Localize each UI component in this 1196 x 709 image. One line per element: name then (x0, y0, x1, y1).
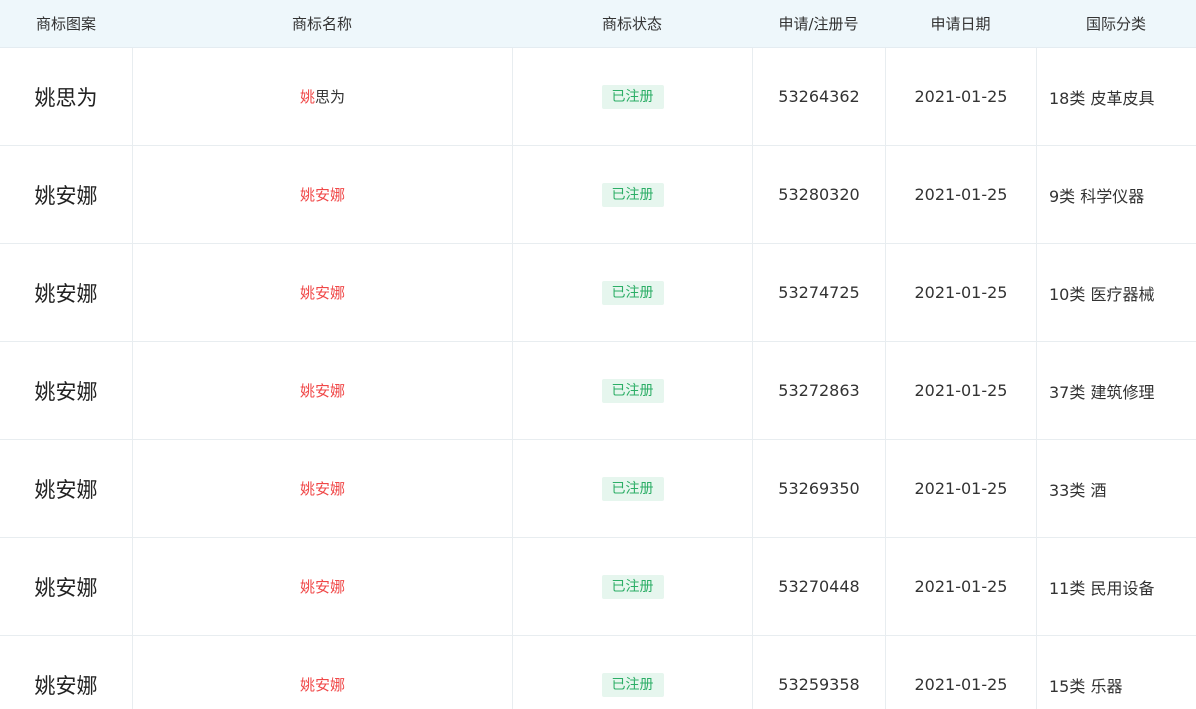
international-class: 18类 皮革皮具 (1036, 48, 1196, 145)
trademark-name[interactable]: 姚安娜 (132, 146, 512, 243)
trademark-name[interactable]: 姚安娜 (132, 342, 512, 439)
trademark-name-text[interactable]: 姚安娜 (300, 282, 345, 303)
trademark-name-text[interactable]: 姚安娜 (300, 478, 345, 499)
table-row[interactable]: 姚思为 姚思为 已注册 53264362 2021-01-25 18类 皮革皮具 (0, 48, 1196, 146)
trademark-status: 已注册 (512, 538, 752, 635)
status-badge: 已注册 (601, 84, 664, 109)
application-date: 2021-01-25 (885, 538, 1036, 635)
application-date: 2021-01-25 (885, 440, 1036, 537)
trademark-logo-text: 姚思为 (34, 85, 98, 110)
name-rest: 思为 (315, 88, 346, 106)
column-header-logo: 商标图案 (35, 15, 96, 33)
trademark-name[interactable]: 姚安娜 (132, 538, 512, 635)
name-highlight: 姚安娜 (299, 186, 345, 204)
trademark-logo-text: 姚安娜 (34, 183, 98, 208)
trademark-status: 已注册 (512, 48, 752, 145)
name-highlight: 姚安娜 (299, 480, 345, 498)
trademark-logo-text: 姚安娜 (34, 477, 98, 502)
status-badge: 已注册 (601, 280, 664, 305)
table-row[interactable]: 姚安娜 姚安娜 已注册 53270448 2021-01-25 11类 民用设备 (0, 538, 1196, 636)
international-class: 33类 酒 (1036, 440, 1196, 537)
column-header-name: 商标名称 (291, 15, 352, 33)
table-row[interactable]: 姚安娜 姚安娜 已注册 53274725 2021-01-25 10类 医疗器械 (0, 244, 1196, 342)
international-class: 15类 乐器 (1036, 636, 1196, 709)
status-badge: 已注册 (601, 574, 664, 599)
trademark-status: 已注册 (512, 636, 752, 709)
registration-number: 53272863 (752, 342, 885, 439)
trademark-status: 已注册 (512, 244, 752, 341)
trademark-logo[interactable]: 姚思为 (0, 48, 132, 145)
status-badge: 已注册 (601, 476, 664, 501)
registration-number: 53274725 (752, 244, 885, 341)
table-row[interactable]: 姚安娜 姚安娜 已注册 53272863 2021-01-25 37类 建筑修理 (0, 342, 1196, 440)
trademark-status: 已注册 (512, 146, 752, 243)
application-date: 2021-01-25 (885, 146, 1036, 243)
trademark-name-text[interactable]: 姚安娜 (300, 576, 345, 597)
column-header-status: 商标状态 (601, 15, 662, 33)
status-badge: 已注册 (601, 182, 664, 207)
trademark-logo-text: 姚安娜 (34, 281, 98, 306)
name-highlight: 姚安娜 (299, 382, 345, 400)
trademark-name-text[interactable]: 姚思为 (300, 86, 345, 107)
trademark-logo[interactable]: 姚安娜 (0, 342, 132, 439)
trademark-name[interactable]: 姚思为 (132, 48, 512, 145)
registration-number: 53270448 (752, 538, 885, 635)
trademark-name-text[interactable]: 姚安娜 (300, 380, 345, 401)
application-date: 2021-01-25 (885, 48, 1036, 145)
trademark-name[interactable]: 姚安娜 (132, 244, 512, 341)
trademark-logo[interactable]: 姚安娜 (0, 440, 132, 537)
column-header-date: 申请日期 (930, 15, 991, 33)
trademark-table: 商标图案 商标名称 商标状态 申请/注册号 申请日期 国际分类 姚思为 姚思为 … (0, 0, 1196, 709)
trademark-name-text[interactable]: 姚安娜 (300, 184, 345, 205)
registration-number: 53280320 (752, 146, 885, 243)
trademark-logo[interactable]: 姚安娜 (0, 636, 132, 709)
name-highlight: 姚安娜 (299, 578, 345, 596)
table-row[interactable]: 姚安娜 姚安娜 已注册 53269350 2021-01-25 33类 酒 (0, 440, 1196, 538)
registration-number: 53264362 (752, 48, 885, 145)
international-class: 9类 科学仪器 (1036, 146, 1196, 243)
application-date: 2021-01-25 (885, 244, 1036, 341)
application-date: 2021-01-25 (885, 342, 1036, 439)
column-header-reg-no: 申请/注册号 (778, 15, 859, 33)
status-badge: 已注册 (601, 378, 664, 403)
trademark-status: 已注册 (512, 440, 752, 537)
application-date: 2021-01-25 (885, 636, 1036, 709)
trademark-logo-text: 姚安娜 (34, 575, 98, 600)
table-header: 商标图案 商标名称 商标状态 申请/注册号 申请日期 国际分类 (0, 0, 1196, 48)
table-row[interactable]: 姚安娜 姚安娜 已注册 53280320 2021-01-25 9类 科学仪器 (0, 146, 1196, 244)
international-class: 10类 医疗器械 (1036, 244, 1196, 341)
name-highlight: 姚安娜 (299, 676, 345, 694)
trademark-name[interactable]: 姚安娜 (132, 440, 512, 537)
trademark-logo-text: 姚安娜 (34, 379, 98, 404)
trademark-name[interactable]: 姚安娜 (132, 636, 512, 709)
trademark-name-text[interactable]: 姚安娜 (300, 674, 345, 695)
trademark-status: 已注册 (512, 342, 752, 439)
trademark-logo[interactable]: 姚安娜 (0, 244, 132, 341)
trademark-logo[interactable]: 姚安娜 (0, 538, 132, 635)
status-badge: 已注册 (601, 672, 664, 697)
column-header-class: 国际分类 (1085, 15, 1146, 33)
name-highlight: 姚 (299, 88, 315, 106)
trademark-logo[interactable]: 姚安娜 (0, 146, 132, 243)
international-class: 37类 建筑修理 (1036, 342, 1196, 439)
table-row[interactable]: 姚安娜 姚安娜 已注册 53259358 2021-01-25 15类 乐器 (0, 636, 1196, 709)
name-highlight: 姚安娜 (299, 284, 345, 302)
registration-number: 53269350 (752, 440, 885, 537)
registration-number: 53259358 (752, 636, 885, 709)
international-class: 11类 民用设备 (1036, 538, 1196, 635)
trademark-logo-text: 姚安娜 (34, 673, 98, 698)
